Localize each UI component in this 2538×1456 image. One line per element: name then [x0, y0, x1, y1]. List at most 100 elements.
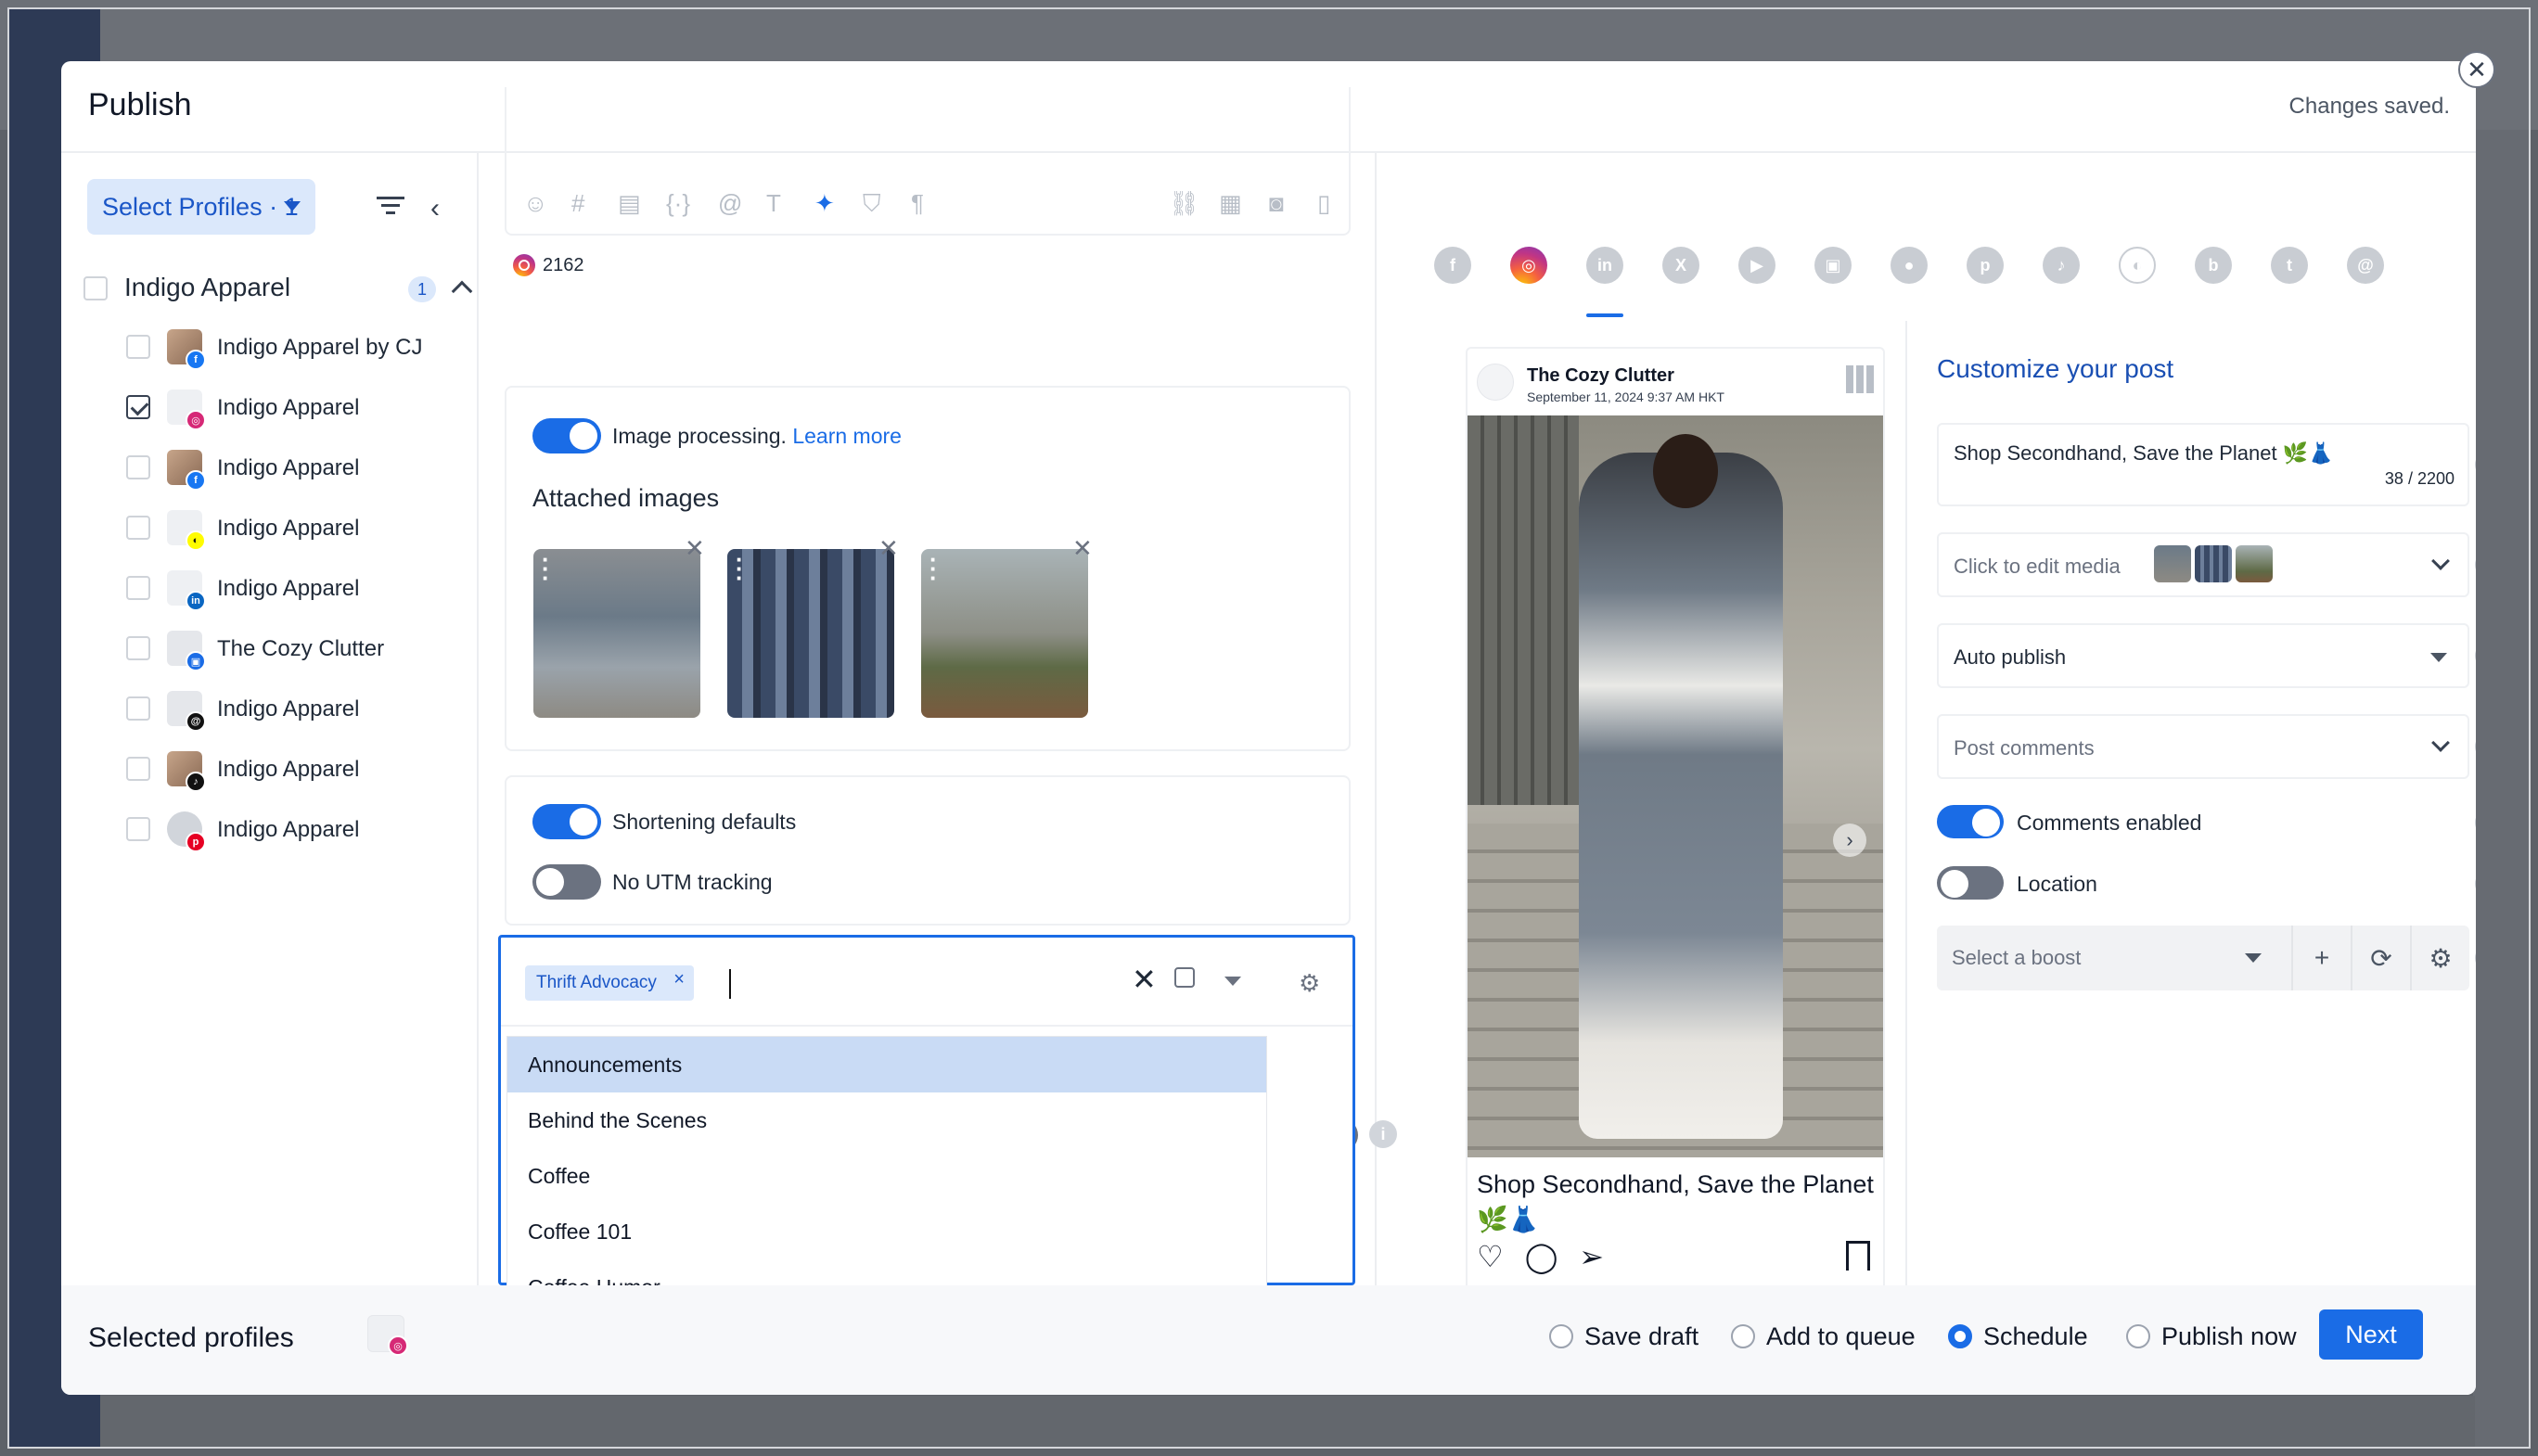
post-text-field[interactable]: Shop Secondhand, Save the Planet 🌿👗 38 /… [1937, 423, 2469, 506]
add-boost-icon[interactable]: + [2291, 926, 2351, 990]
mention-icon[interactable]: @ [718, 189, 742, 218]
profile-checkbox[interactable] [126, 757, 150, 781]
clear-icon[interactable]: ✕ [1132, 962, 1157, 997]
link-icon[interactable]: ⛓ [1169, 189, 1199, 218]
profile-row[interactable]: ♪ Indigo Apparel [126, 744, 497, 796]
profile-checkbox[interactable] [126, 516, 150, 540]
attached-image[interactable] [921, 549, 1088, 718]
refresh-icon[interactable]: ⟳ [2351, 926, 2410, 990]
info-icon[interactable]: i [2475, 552, 2476, 578]
tag-input[interactable]: Thrift Advocacy × ✕ ⚙ [501, 938, 1352, 1027]
info-icon[interactable]: i [2475, 452, 2476, 478]
profile-row[interactable]: ◎ Indigo Apparel [126, 382, 497, 434]
profile-row[interactable]: in Indigo Apparel [126, 563, 497, 615]
youtube-icon[interactable]: ▶ [1738, 247, 1775, 284]
profile-row[interactable]: @ Indigo Apparel [126, 683, 497, 735]
linkedin-icon[interactable]: in [1586, 247, 1623, 284]
profile-row[interactable]: ▣ The Cozy Clutter [126, 623, 497, 675]
drag-handle-icon[interactable]: · · · [542, 547, 550, 590]
reddit-icon[interactable]: ● [1891, 247, 1928, 284]
ai-wand-icon[interactable]: ✦ [814, 189, 835, 218]
tag-option[interactable]: Behind the Scenes [507, 1092, 1266, 1148]
media-field[interactable]: Click to edit media [1937, 532, 2469, 597]
tag-selector[interactable]: Thrift Advocacy × ✕ ⚙ Announcements Behi… [498, 935, 1355, 1286]
group-checkbox[interactable] [83, 276, 108, 300]
chevron-down-icon[interactable] [2431, 552, 2450, 570]
pinterest-icon[interactable]: p [1967, 247, 2004, 284]
profile-row[interactable]: f Indigo Apparel by CJ [126, 322, 497, 374]
profile-checkbox[interactable] [126, 817, 150, 841]
profile-checkbox[interactable] [126, 696, 150, 721]
info-icon[interactable]: i [2475, 810, 2476, 836]
comments-enabled-toggle[interactable] [1937, 805, 2004, 838]
save-draft-radio[interactable] [1549, 1324, 1573, 1348]
remove-image-icon[interactable]: ✕ [878, 534, 899, 563]
utm-toggle[interactable] [532, 864, 601, 900]
info-icon[interactable]: i [2475, 734, 2476, 760]
google-business-icon[interactable]: ▣ [1814, 247, 1852, 284]
tag-option[interactable]: Coffee 101 [507, 1204, 1266, 1259]
caret-down-icon[interactable] [2245, 953, 2262, 963]
modal-close-button[interactable]: ✕ [2458, 51, 2495, 88]
tumblr-icon[interactable]: t [2271, 247, 2308, 284]
copy-icon[interactable] [1174, 967, 1195, 988]
schedule-label[interactable]: Schedule [1983, 1322, 2088, 1351]
tag-option[interactable]: Coffee [507, 1148, 1266, 1204]
chevron-right-icon[interactable]: › [2475, 356, 2476, 388]
tag-option[interactable]: Coffee Humor [507, 1259, 1266, 1286]
snapchat-icon[interactable]: ◐ [2119, 247, 2156, 284]
x-icon[interactable]: X [1662, 247, 1699, 284]
profile-row[interactable]: p Indigo Apparel [126, 804, 497, 856]
attached-image[interactable] [727, 549, 894, 718]
instagram-icon[interactable]: ◎ [1510, 247, 1547, 284]
add-to-queue-radio[interactable] [1731, 1324, 1755, 1348]
image-processing-toggle[interactable] [532, 418, 601, 453]
text-format-icon[interactable]: T [766, 189, 781, 218]
shortening-toggle[interactable] [532, 804, 601, 839]
profile-checkbox[interactable] [126, 335, 150, 359]
filter-icon[interactable] [377, 195, 404, 217]
attached-image[interactable] [533, 549, 700, 718]
caret-down-icon[interactable] [1224, 977, 1241, 986]
paragraph-icon[interactable]: ¶ [911, 189, 924, 218]
variables-icon[interactable]: {·} [666, 189, 690, 218]
gear-icon[interactable]: ⚙ [2410, 926, 2469, 990]
tag-option[interactable]: Announcements [507, 1037, 1266, 1092]
post-comments-select[interactable]: Post comments [1937, 714, 2469, 779]
facebook-icon[interactable]: f [1434, 247, 1471, 284]
select-profiles-dropdown[interactable]: Select Profiles · 1 [87, 179, 315, 235]
profile-checkbox[interactable] [126, 576, 150, 600]
remove-tag-icon[interactable]: × [673, 969, 685, 990]
profile-row[interactable]: f Indigo Apparel [126, 442, 497, 494]
boost-select[interactable]: Select a boost + ⟳ ⚙ [1937, 926, 2469, 990]
info-icon[interactable]: i [2475, 945, 2476, 971]
template-icon[interactable]: ▤ [618, 189, 641, 218]
tag-chip[interactable]: Thrift Advocacy × [525, 965, 694, 1001]
info-icon[interactable]: i [1369, 1120, 1397, 1148]
remove-image-icon[interactable]: ✕ [685, 534, 705, 563]
next-button[interactable]: Next [2319, 1309, 2423, 1360]
tiktok-icon[interactable]: ♪ [2043, 247, 2080, 284]
hashtag-icon[interactable]: # [571, 189, 584, 218]
grid-icon[interactable] [1846, 365, 1874, 393]
collapse-sidebar-icon[interactable]: ‹ [430, 193, 440, 224]
bluesky-icon[interactable]: b [2195, 247, 2232, 284]
shield-icon[interactable]: ⛉ [863, 189, 881, 219]
drag-handle-icon[interactable]: · · · [929, 547, 938, 590]
info-icon[interactable]: i [2475, 643, 2476, 669]
profile-checkbox[interactable] [126, 455, 150, 479]
publish-mode-select[interactable]: Auto publish [1937, 623, 2469, 688]
location-toggle[interactable] [1937, 866, 2004, 900]
learn-more-link[interactable]: Learn more [792, 424, 902, 448]
profile-checkbox[interactable] [126, 395, 150, 419]
gear-icon[interactable]: ⚙ [1299, 969, 1320, 998]
save-draft-label[interactable]: Save draft [1584, 1322, 1698, 1351]
file-icon[interactable]: ▯ [1317, 189, 1330, 218]
caret-down-icon[interactable] [2430, 653, 2447, 662]
emoji-icon[interactable]: ☺ [523, 189, 548, 218]
media-library-icon[interactable]: ▦ [1219, 189, 1242, 218]
profile-row[interactable]: ◐ Indigo Apparel [126, 503, 497, 555]
chevron-down-icon[interactable] [2431, 734, 2450, 752]
chevron-up-icon[interactable] [451, 280, 473, 302]
publish-now-radio[interactable] [2126, 1324, 2150, 1348]
